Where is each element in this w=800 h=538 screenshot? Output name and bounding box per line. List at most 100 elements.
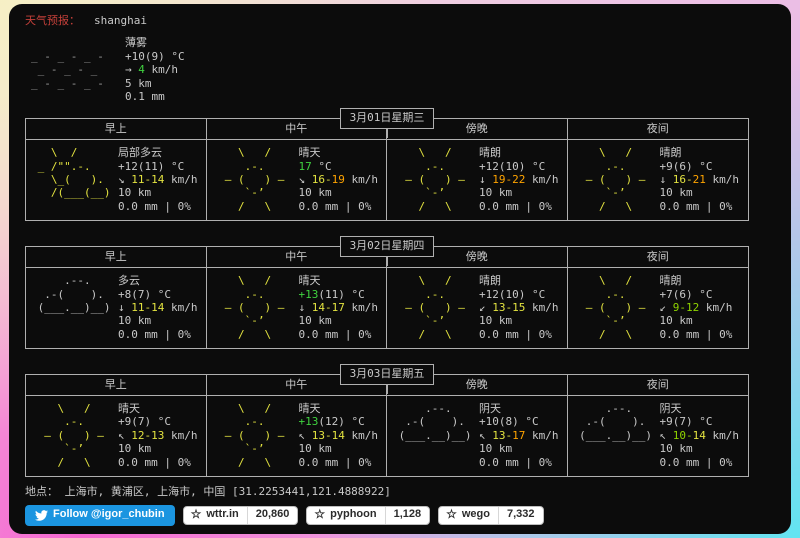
twitter-follow-button[interactable]: Follow @igor_chubin xyxy=(25,505,175,526)
cell-info: 阴天 +9(7) °C ↖ 10-14 km/h 10 km 0.0 mm | 0% xyxy=(660,402,740,469)
precipitation: 0.0 mm | 0% xyxy=(118,327,191,341)
forecast-day-3: 3月03日星期五 早上 中午 傍晚 夜间 \ / .-. ― ( ) ― `-’ / \… xyxy=(25,364,749,477)
sunny-art: \ / .-. ― ( ) ― `-’ / \ xyxy=(405,274,465,341)
twitter-bird-icon xyxy=(35,509,48,521)
weather-cell: \ / .-. ― ( ) ― `-’ / \ 晴朗 +7(6) °C ↙ 9-12 … xyxy=(568,268,749,348)
cloudy-art: .--. .-( ). (___.__)__) xyxy=(398,401,472,442)
temperature: 17 °C xyxy=(298,159,332,173)
precipitation: 0.0 mm | 0% xyxy=(479,199,552,213)
visibility: 10 km xyxy=(659,186,693,200)
cell-info: 阴天 +10(8) °C ↖ 13-17 km/h 10 km 0.0 mm | 0% xyxy=(479,402,559,469)
condition-label: 阴天 xyxy=(659,401,682,415)
wind-arrow-icon: ↓ xyxy=(298,300,306,314)
visibility: 10 km xyxy=(118,442,152,456)
weather-cell: \ / .-. ― ( ) ― `-’ / \ 晴朗 +12(10) °C ↙ 13-… xyxy=(387,268,568,349)
condition-label: 晴朗 xyxy=(479,274,501,288)
github-star-badge-wttr.in[interactable]: ☆ wttr.in 20,860 xyxy=(182,506,299,525)
wind: ↖ 13-14 km/h xyxy=(298,428,379,442)
weather-cell: \ / .-. ― ( ) ― `-’ / \ 晴朗 +9(6) °C ↓ 16-21… xyxy=(568,140,749,220)
temperature: +9(7) °C xyxy=(659,415,713,429)
condition-label: 多云 xyxy=(118,274,140,288)
time-header-0: 早上 xyxy=(26,246,207,268)
cell-info: 晴天 +13(12) °C ↖ 13-14 km/h 10 km 0.0 mm | 0% xyxy=(299,402,379,469)
weather-cell: \ / .-. ― ( ) ― `-’ / \ 晴天 +9(7) °C ↖ 12-13… xyxy=(26,395,207,476)
current-precipitation: 0.1 mm xyxy=(125,90,165,104)
star-badges: ☆ wttr.in 20,860 ☆ pyphoon 1,128 ☆ wego 7,332 xyxy=(182,506,544,525)
sunny-art: \ / .-. ― ( ) ― `-’ / \ xyxy=(585,274,646,341)
wind-arrow-icon: ↓ xyxy=(659,173,667,187)
weather-cell: .--. .-( ). (___.__)__) 阴天 +9(7) °C ↖ 10-14… xyxy=(568,396,749,476)
temperature: +7(6) °C xyxy=(659,287,713,301)
cell-info: 晴天 +13(11) °C ↓ 14-17 km/h 10 km 0.0 mm | 0% xyxy=(299,274,379,341)
weather-cell: \ / .-. ― ( ) ― `-’ / \ 晴天 17 °C ↘ 16-19 km… xyxy=(207,140,387,221)
condition-label: 晴天 xyxy=(118,401,140,415)
wind-arrow-icon: ↖ xyxy=(298,428,306,442)
time-header-3: 夜间 xyxy=(646,121,669,135)
visibility: 10 km xyxy=(659,314,693,328)
weather-row: .--. .-( ). (___.__)__) 多云 +8(7) °C ↓ 11-14… xyxy=(26,268,749,349)
date-label: 3月01日星期三 xyxy=(349,111,425,125)
wind: ↖ 13-17 km/h xyxy=(479,428,559,442)
precipitation: 0.0 mm | 0% xyxy=(659,327,733,341)
weather-cell: \ / _ /"".-. \_( ). /(___(__) 局部多云 +12(11)… xyxy=(26,140,207,221)
weather-cell: .--. .-( ). (___.__)__) 阴天 +10(8) °C ↖ 13-1… xyxy=(387,395,568,476)
weather-cell: .--. .-( ). (___.__)__) 多云 +8(7) °C ↓ 11-14… xyxy=(26,268,207,349)
weather-cell: \ / .-. ― ( ) ― `-’ / \ 晴天 +13(11) °C ↓ 14-… xyxy=(207,268,387,349)
visibility: 10 km xyxy=(118,314,152,328)
weather-cell: \ / .-. ― ( ) ― `-’ / \ 晴朗 +12(10) °C ↓ 19-… xyxy=(387,140,568,221)
sunny-art: \ / .-. ― ( ) ― `-’ / \ xyxy=(44,401,104,469)
github-star-badge-pyphoon[interactable]: ☆ pyphoon 1,128 xyxy=(306,506,431,525)
visibility: 10 km xyxy=(298,442,332,456)
wind-arrow-icon: ↘ xyxy=(298,173,306,187)
condition-label: 晴朗 xyxy=(659,274,682,288)
star-icon: ☆ xyxy=(314,507,326,522)
condition-label: 阴天 xyxy=(479,401,501,415)
condition-label: 晴天 xyxy=(298,274,321,288)
star-icon: ☆ xyxy=(190,507,202,522)
precipitation: 0.0 mm | 0% xyxy=(118,455,191,469)
forecast-day-1: 3月01日星期三 早上 中午 傍晚 夜间 \ / _ /"".-. \_( ). /(_… xyxy=(25,108,749,222)
wind: ↓ 14-17 km/h xyxy=(298,300,379,314)
wind: ↙ 13-15 km/h xyxy=(479,300,559,314)
cell-info: 多云 +8(7) °C ↓ 11-14 km/h 10 km 0.0 mm | 0% xyxy=(118,274,198,341)
cell-info: 局部多云 +12(11) °C ↘ 11-14 km/h 10 km 0.0 mm | … xyxy=(118,146,198,213)
star-icon: ☆ xyxy=(446,507,457,522)
current-conditions: _ - _ - _ - _ - _ - _ _ - _ - _ - 薄雾 +10… xyxy=(25,36,775,103)
weather-cell: \ / .-. ― ( ) ― `-’ / \ 晴天 +13(12) °C ↖ 13-… xyxy=(207,395,387,476)
cell-info: 晴朗 +12(10) °C ↓ 19-22 km/h 10 km 0.0 mm | 0% xyxy=(479,146,559,213)
wind: ↖ 12-13 km/h xyxy=(118,428,198,442)
visibility: 10 km xyxy=(479,314,513,328)
precipitation: 0.0 mm | 0% xyxy=(479,455,552,469)
weather-row: \ / .-. ― ( ) ― `-’ / \ 晴天 +9(7) °C ↖ 12-13… xyxy=(26,395,749,476)
cell-info: 晴天 +9(7) °C ↖ 12-13 km/h 10 km 0.0 mm | 0% xyxy=(118,402,198,469)
date-box: 3月02日星期四 xyxy=(339,236,435,267)
precipitation: 0.0 mm | 0% xyxy=(298,455,372,469)
wind: ↘ 11-14 km/h xyxy=(118,173,198,187)
cell-info: 晴朗 +9(6) °C ↓ 16-21 km/h 10 km 0.0 mm | 0% xyxy=(660,146,740,213)
precipitation: 0.0 mm | 0% xyxy=(659,455,733,469)
temperature: +8(7) °C xyxy=(118,287,171,301)
visibility: 10 km xyxy=(659,442,693,456)
cell-info: 晴朗 +7(6) °C ↙ 9-12 km/h 10 km 0.0 mm | 0% xyxy=(660,274,733,341)
current-temperature: +10(9) °C xyxy=(125,49,185,63)
wind: ↓ 19-22 km/h xyxy=(479,173,559,187)
report-header-label: 天气预报： xyxy=(25,14,80,27)
cloudy-art: .--. .-( ). (___.__)__) xyxy=(37,274,111,314)
temperature: +12(10) °C xyxy=(479,287,546,301)
wind: ↘ 16-19 km/h xyxy=(298,173,379,187)
wind-arrow-icon: ↓ xyxy=(479,173,486,187)
github-star-badge-wego[interactable]: ☆ wego 7,332 xyxy=(438,506,544,525)
wind-arrow-icon: ↙ xyxy=(659,300,667,314)
current-info: 薄雾 +10(9) °C → 4 km/h 5 km 0.1 mm xyxy=(125,36,185,103)
temperature: +9(6) °C xyxy=(659,159,713,173)
condition-label: 晴朗 xyxy=(659,146,682,160)
cloudy-art: .--. .-( ). (___.__)__) xyxy=(579,401,652,442)
location-line: 地点： 上海市, 黄浦区, 上海市, 中国 [31.2253441,121.48… xyxy=(25,484,391,498)
time-header-0: 早上 xyxy=(26,118,207,140)
date-box: 3月03日星期五 xyxy=(339,364,435,395)
time-header-0: 早上 xyxy=(26,374,207,395)
visibility: 10 km xyxy=(298,314,332,328)
time-header-3: 夜间 xyxy=(646,377,669,391)
terminal-window: 天气预报： shanghai _ - _ - _ - _ - _ - _ _ - … xyxy=(9,4,791,534)
sunny-art: \ / .-. ― ( ) ― `-’ / \ xyxy=(224,274,285,341)
